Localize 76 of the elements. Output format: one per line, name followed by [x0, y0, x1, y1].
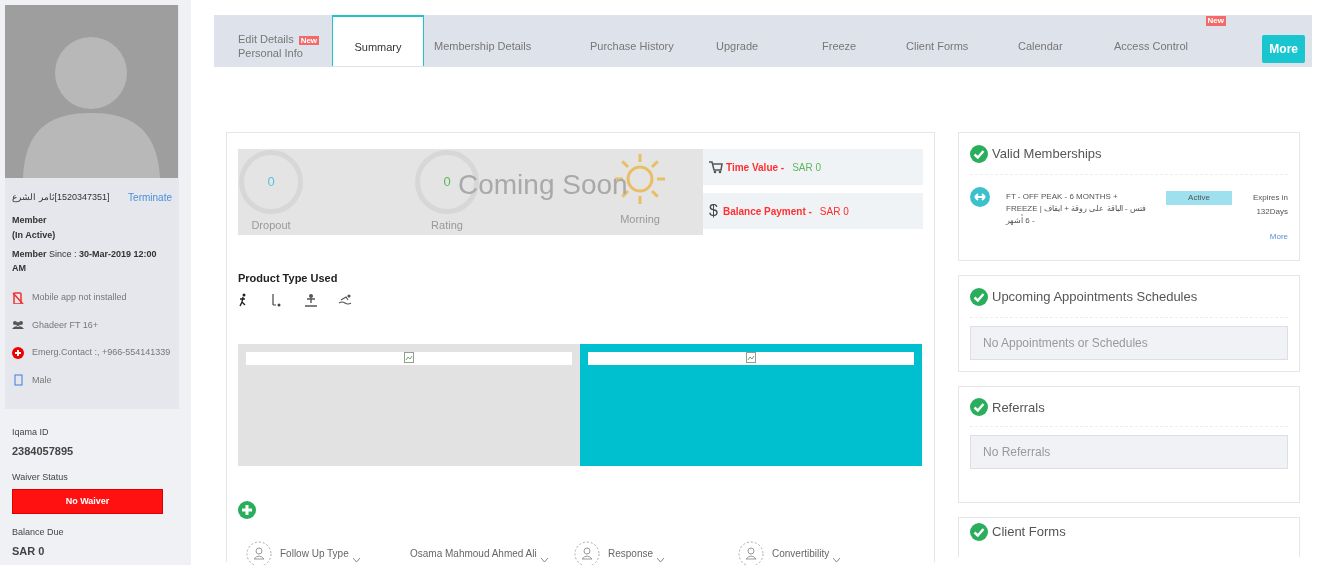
add-icon [238, 500, 256, 519]
more-link[interactable]: More [1269, 231, 1288, 241]
membership-name: FT - OFF PEAK - 6 MONTHS + FREEZE | فتس - الباقة على روقة + ايقاف - 6 أشهر [1006, 190, 1146, 227]
cart-icon [709, 160, 723, 174]
field-label: Balance Due [12, 526, 65, 539]
terminate-link[interactable]: Terminate [128, 190, 172, 205]
member-state: (In Active) [11, 228, 57, 242]
person-icon [738, 540, 764, 565]
caret-icon [657, 557, 665, 562]
medical-cross-icon [12, 346, 24, 359]
coming-soon-text: Coming Soon [458, 171, 628, 199]
card-title: Referrals [992, 398, 1045, 417]
person-icon [574, 540, 600, 565]
follow-up-label: Osama Mahmoud Ahmed Ali [410, 547, 537, 561]
field-label: Waiver Status [12, 471, 69, 484]
tab[interactable]: Upgrade [706, 15, 812, 66]
follow-up-label: Follow Up Type [280, 547, 349, 561]
people-icon [12, 319, 24, 332]
tab[interactable]: Edit Details New Personal Info [228, 15, 332, 66]
stat-ring: 0 [239, 150, 303, 214]
check-circle-icon [970, 144, 988, 163]
tab[interactable]: Access Control New [1104, 15, 1236, 66]
stat-label: Rating [431, 218, 463, 233]
value-label: Balance Payment - [722, 204, 812, 219]
section-title: Product Type Used [238, 271, 339, 286]
waiver-status: No Waiver [12, 488, 163, 514]
detail-text: Ghadeer FT 16+ [32, 318, 99, 332]
value-label: Time Value - [726, 160, 785, 175]
card-title: Valid Memberships [992, 145, 1102, 163]
tab[interactable]: Membership Details [424, 15, 580, 66]
empty-message: No Referrals [970, 435, 1288, 469]
member-role: Member [11, 214, 48, 227]
stat-label: Dropout [251, 218, 291, 233]
member-id: [1520347351] [54, 190, 110, 204]
weightlifter-icon [304, 292, 318, 307]
empty-message: No Appointments or Schedules [970, 325, 1288, 360]
tab[interactable]: Calendar [1008, 15, 1104, 66]
value-amount: SAR 0 [792, 160, 822, 175]
member-since: Member Since : 30-Mar-2019 12:00 AM [11, 248, 158, 275]
follow-up-label: Response [608, 547, 654, 561]
phone-crossed-icon [12, 291, 24, 304]
field-label: Iqama ID [12, 426, 50, 439]
new-badge: New [298, 35, 320, 45]
swap-arrows-icon [970, 186, 990, 207]
member-name: ثامر الشرع [12, 190, 55, 205]
card-title: Upcoming Appointments Schedules [992, 288, 1198, 306]
stat-label: Morning [620, 212, 660, 227]
caret-icon [833, 557, 841, 562]
status-label: Active [1166, 190, 1232, 205]
person-icon [246, 540, 272, 565]
check-circle-icon [970, 287, 988, 306]
field-value: 2384057895 [12, 443, 75, 459]
more-button[interactable]: More [1262, 35, 1305, 63]
detail-text: Mobile app not installed [32, 291, 127, 304]
expiry-text: Expires in [1251, 191, 1288, 204]
value-amount: SAR 0 [819, 204, 849, 219]
field-value: SAR 0 [12, 543, 46, 559]
tab[interactable]: Client Forms [896, 15, 1008, 66]
new-badge: New [1205, 16, 1226, 26]
walker-icon [270, 292, 282, 307]
tab[interactable]: Freeze [812, 15, 896, 66]
caret-icon [352, 557, 360, 562]
expiry-days: 132Days [1232, 204, 1288, 220]
detail-text: Male [32, 373, 52, 387]
phone-outline-icon [12, 374, 24, 387]
tab[interactable]: Summary [332, 15, 424, 66]
caret-icon [540, 557, 548, 562]
check-circle-icon [970, 522, 988, 541]
detail-text: Emerg.Contact :, +966-554141339 [32, 346, 171, 359]
tab[interactable]: Purchase History [580, 15, 706, 66]
card-title: Client Forms [992, 523, 1066, 541]
check-circle-icon [970, 398, 988, 417]
swimmer-icon [338, 292, 354, 305]
follow-up-label: Convertibility [772, 547, 830, 561]
runner-icon [238, 292, 248, 307]
dollar-icon: $ [709, 199, 718, 223]
